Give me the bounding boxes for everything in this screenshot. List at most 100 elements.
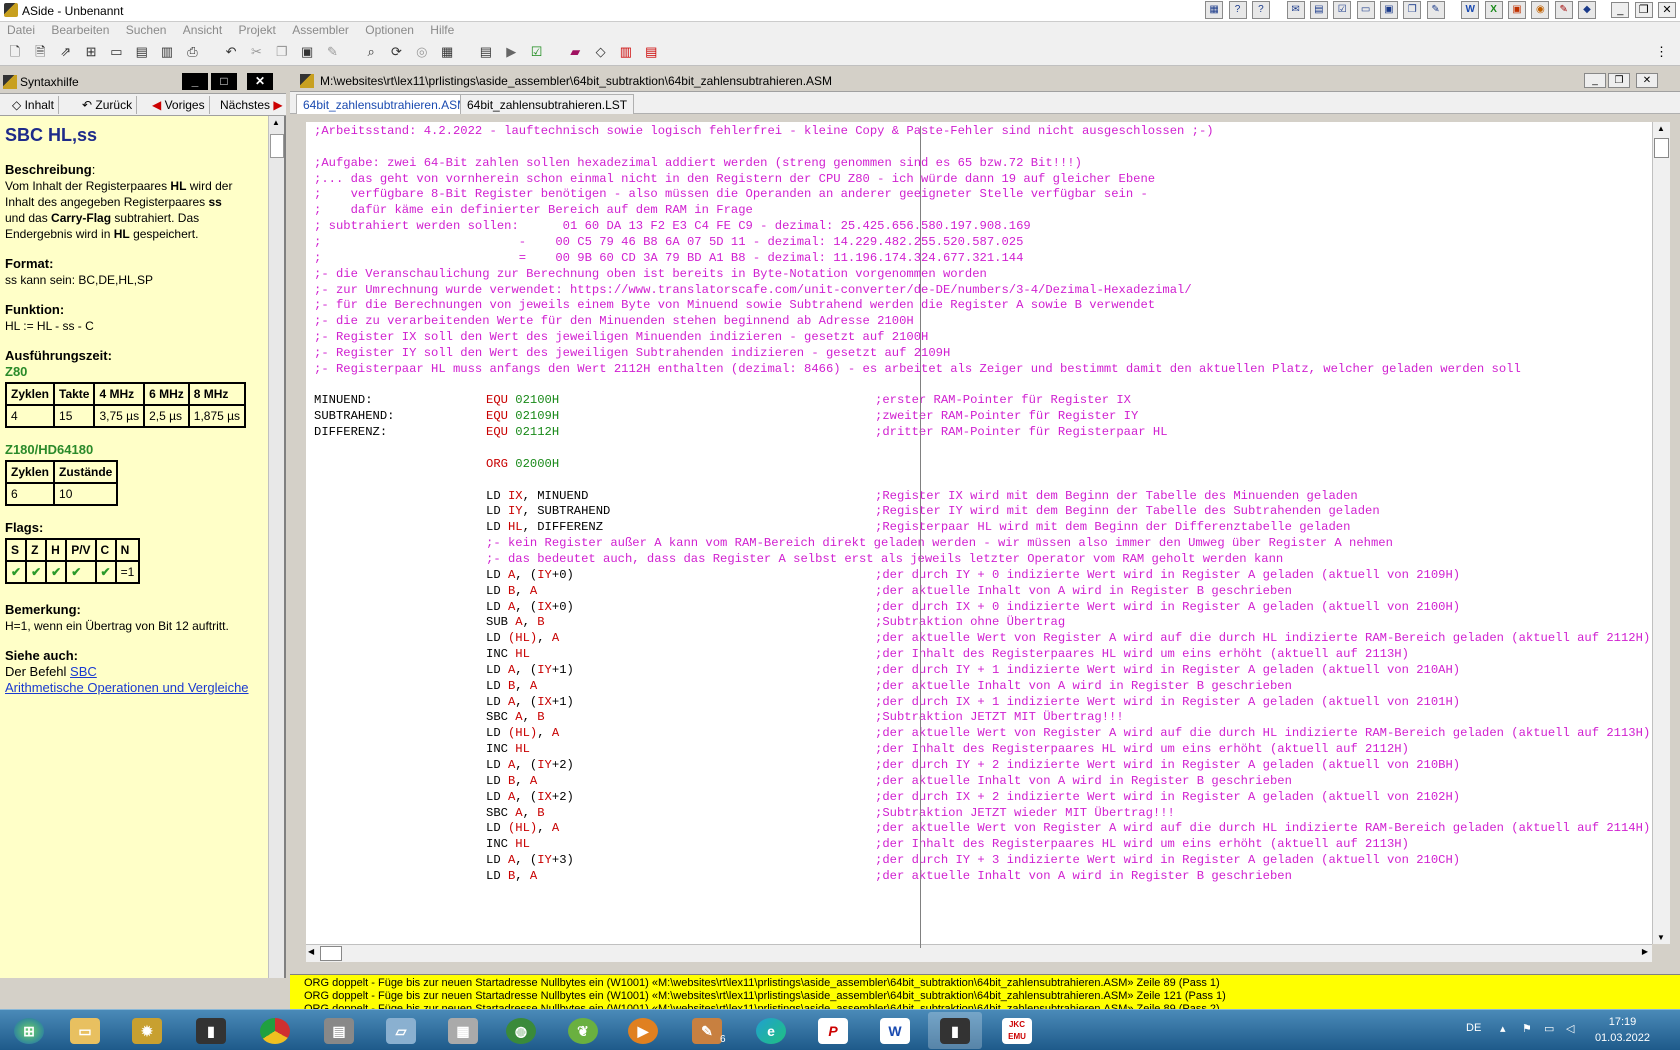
code-line[interactable]: LD IX, MINUEND ;Register IX wird mit dem …: [306, 488, 1652, 505]
code-line[interactable]: DIFFERENZ: EQU 02112H ;dritter RAM-Pointer…: [306, 424, 1652, 441]
app-icon[interactable]: ✎: [1554, 1, 1573, 19]
code-line[interactable]: SBC A, B ;Subtraktion JETZT wieder MIT Üb…: [306, 805, 1652, 822]
find-icon[interactable]: ⌕: [362, 43, 380, 61]
taskbar-media[interactable]: ▶: [616, 1012, 670, 1049]
editor-minimize-button[interactable]: _: [1584, 73, 1606, 88]
word-icon[interactable]: W: [1461, 1, 1480, 19]
editor-close-button[interactable]: ✕: [1636, 73, 1658, 88]
book-icon[interactable]: ▰: [566, 43, 584, 61]
app-icon[interactable]: ▣: [1507, 1, 1526, 19]
code-line[interactable]: LD A, (IX+2) ;der durch IX + 2 indizierte…: [306, 789, 1652, 806]
taskbar-explorer[interactable]: ▭: [58, 1012, 112, 1049]
code-vertical-scrollbar[interactable]: ▲ ▼: [1652, 122, 1670, 944]
check-icon[interactable]: ☑: [528, 43, 546, 61]
open-file-icon[interactable]: ⇗: [57, 43, 75, 61]
taskbar-scanner[interactable]: ▤: [312, 1012, 366, 1049]
taskbar-calculator[interactable]: ▦: [436, 1012, 490, 1049]
code-line[interactable]: ;- die Veranschaulichung zur Berechnung …: [306, 266, 1652, 283]
tab-lst[interactable]: 64bit_zahlensubtrahieren.LST: [460, 94, 635, 114]
tab-asm[interactable]: 64bit_zahlensubtrahieren.ASM: [296, 94, 475, 114]
code-line[interactable]: ;Aufgabe: zwei 64-Bit zahlen sollen hexa…: [306, 155, 1652, 172]
save-all-icon[interactable]: ▥: [158, 43, 176, 61]
code-line[interactable]: LD IY, SUBTRAHEND ;Register IY wird mit d…: [306, 503, 1652, 520]
pencil-icon[interactable]: ✎: [1426, 1, 1445, 19]
code-line[interactable]: [306, 440, 1652, 457]
scroll-up-icon[interactable]: ▲: [1657, 124, 1665, 133]
code-line[interactable]: ;- Registerpaar HL muss anfangs den Wert…: [306, 361, 1652, 378]
code-line[interactable]: LD A, (IY+0) ;der durch IY + 0 indizierte…: [306, 567, 1652, 584]
message-line[interactable]: ORG doppelt - Füge bis zur neuen Startad…: [304, 990, 1226, 1002]
scroll-right-icon[interactable]: ▶: [1642, 947, 1648, 956]
code-line[interactable]: ;- das bedeutet auch, dass das Register …: [306, 551, 1652, 568]
code-area[interactable]: ;Arbeitsstand: 4.2.2022 - lauftechnisch …: [306, 122, 1652, 944]
panel-maximize-button[interactable]: □: [211, 73, 237, 90]
taskbar-green-app[interactable]: ❦: [556, 1012, 610, 1049]
help-next-button[interactable]: Nächstes ▶: [216, 96, 287, 114]
code-line[interactable]: SBC A, B ;Subtraktion JETZT MIT Übertrag!…: [306, 709, 1652, 726]
panel-minimize-button[interactable]: _: [182, 73, 208, 90]
taskbar-paint[interactable]: ✎ 6: [680, 1012, 734, 1049]
page-icon[interactable]: ▥: [617, 43, 635, 61]
find-next-icon[interactable]: ◎: [413, 43, 431, 61]
taskbar-notes[interactable]: ▱: [374, 1012, 428, 1049]
folder-icon[interactable]: ▭: [107, 43, 125, 61]
menu-suchen[interactable]: Suchen: [119, 22, 173, 37]
copy-icon[interactable]: ❐: [273, 43, 291, 61]
code-line[interactable]: ;... das geht von vornherein schon einma…: [306, 171, 1652, 188]
start-button[interactable]: ⊞: [2, 1012, 56, 1049]
code-line[interactable]: INC HL ;der Inhalt des Registerpaares HL …: [306, 836, 1652, 853]
print-icon[interactable]: ⎙: [183, 43, 201, 61]
code-line[interactable]: ; subtrahiert werden sollen: 01 60 DA 13…: [306, 218, 1652, 235]
code-line[interactable]: ;- die zu verarbeitenden Werte für den M…: [306, 313, 1652, 330]
help-back-button[interactable]: ↶ Zurück: [78, 96, 138, 114]
taskbar-word[interactable]: W: [868, 1012, 922, 1049]
goto-icon[interactable]: ▦: [438, 43, 456, 61]
code-line[interactable]: LD A, (IY+2) ;der durch IY + 2 indizierte…: [306, 757, 1652, 774]
cut-icon[interactable]: ✂: [247, 43, 265, 61]
code-line[interactable]: LD B, A ;der aktuelle Inhalt von A wird i…: [306, 773, 1652, 790]
code-line[interactable]: ORG 02000H: [306, 456, 1652, 473]
help-icon[interactable]: ?: [1251, 1, 1270, 19]
panel-close-button[interactable]: ✕: [247, 73, 273, 90]
replace-icon[interactable]: ⟳: [388, 43, 406, 61]
checklist-icon[interactable]: ☑: [1333, 1, 1352, 19]
menu-assembler[interactable]: Assembler: [285, 22, 355, 37]
new-document-icon[interactable]: 🗎: [31, 43, 49, 61]
minimize-button[interactable]: _: [1611, 2, 1630, 18]
code-line[interactable]: INC HL ;der Inhalt des Registerpaares HL …: [306, 646, 1652, 663]
code-line[interactable]: ; = 00 9B 60 CD 3A 79 BD A1 B8 - dezimal…: [306, 250, 1652, 267]
menu-projekt[interactable]: Projekt: [232, 22, 282, 37]
tool-icon[interactable]: ▦: [1205, 1, 1224, 19]
taskbar-pl-app[interactable]: P: [806, 1012, 860, 1049]
document-icon[interactable]: ▭: [1356, 1, 1375, 19]
new-file-icon[interactable]: 🗋: [6, 43, 24, 61]
code-line[interactable]: LD (HL), A ;der aktuelle Wert von Registe…: [306, 725, 1652, 742]
code-line[interactable]: [306, 139, 1652, 156]
code-line[interactable]: ; - 00 C5 79 46 B8 6A 07 5D 11 - dezimal…: [306, 234, 1652, 251]
code-line[interactable]: ;Arbeitsstand: 4.2.2022 - lauftechnisch …: [306, 123, 1652, 140]
run-icon[interactable]: ▶: [502, 43, 520, 61]
menu-hilfe[interactable]: Hilfe: [423, 22, 460, 37]
scroll-down-icon[interactable]: ▼: [1657, 933, 1665, 942]
app-icon[interactable]: ◆: [1578, 1, 1596, 19]
taskbar-chrome[interactable]: [248, 1012, 302, 1049]
flag-icon[interactable]: ⚑: [1522, 1022, 1532, 1035]
assemble-icon[interactable]: ▤: [477, 43, 495, 61]
open-folder-icon[interactable]: ⊞: [82, 43, 100, 61]
help-contents-button[interactable]: ◇ Inhalt: [8, 96, 59, 114]
help-icon[interactable]: ?: [1228, 1, 1247, 19]
close-button[interactable]: ✕: [1658, 2, 1676, 18]
code-line[interactable]: LD (HL), A ;der aktuelle Wert von Registe…: [306, 630, 1652, 647]
help-scroll-thumb[interactable]: [270, 134, 284, 158]
arith-ops-link[interactable]: Arithmetische Operationen und Vergleiche: [5, 680, 268, 696]
taskbar-chip[interactable]: ▮: [184, 1012, 238, 1049]
code-line[interactable]: LD (HL), A ;der aktuelle Wert von Registe…: [306, 820, 1652, 837]
code-vscroll-thumb[interactable]: [1654, 138, 1669, 158]
app-icon[interactable]: ◉: [1531, 1, 1550, 19]
monitor-icon[interactable]: ▭: [1544, 1022, 1554, 1035]
code-line[interactable]: ; dafür käme ein definierter Bereich auf…: [306, 202, 1652, 219]
books-icon[interactable]: ◇: [592, 43, 610, 61]
maximize-button[interactable]: ❐: [1634, 2, 1653, 18]
code-line[interactable]: [306, 377, 1652, 394]
code-line[interactable]: LD B, A ;der aktuelle Inhalt von A wird i…: [306, 678, 1652, 695]
